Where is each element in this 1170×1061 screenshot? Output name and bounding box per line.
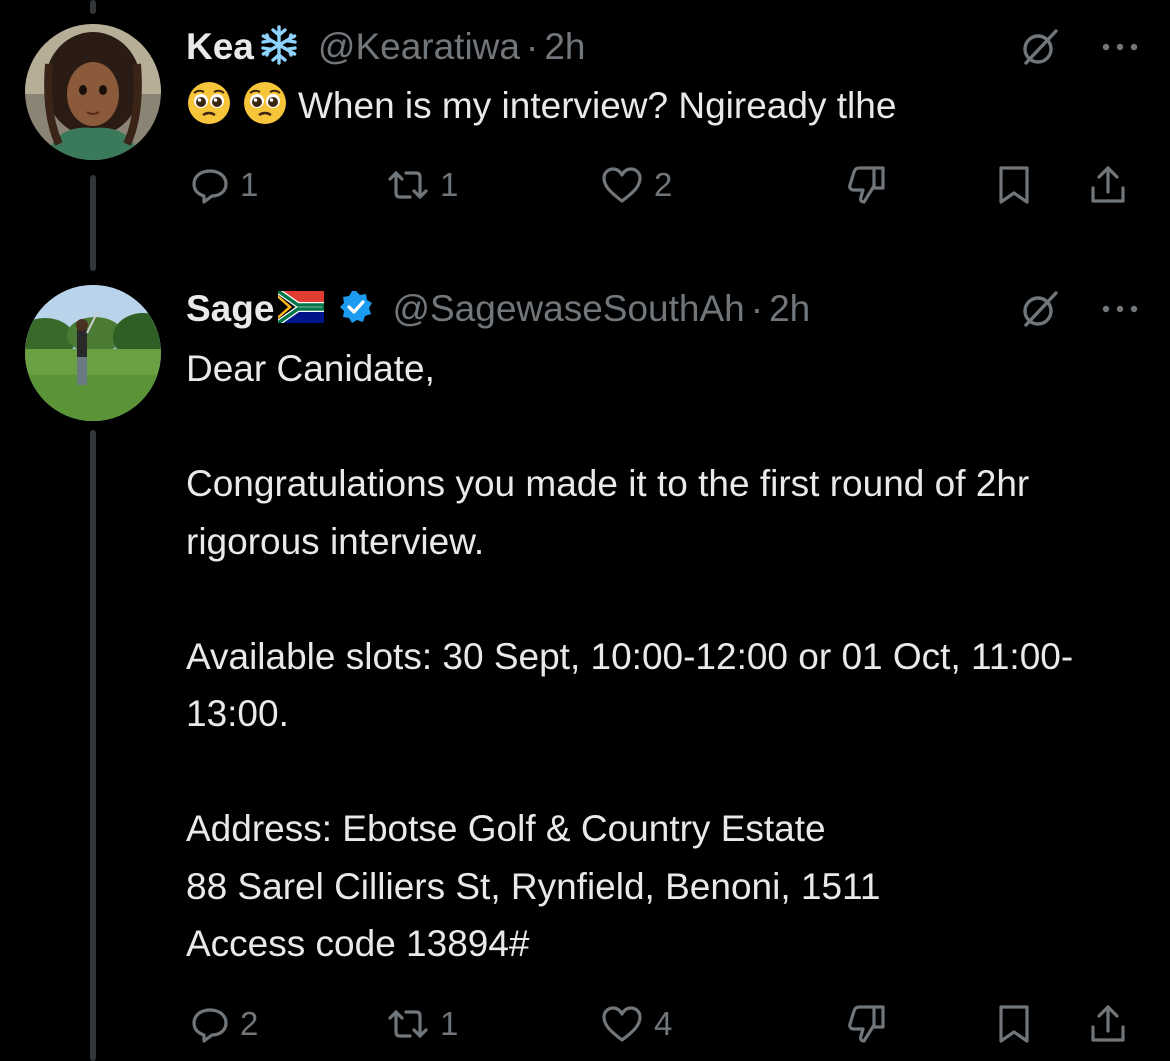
tweet-text: When is my interview? Ngiready tlhe	[186, 77, 1130, 135]
header-actions	[1020, 22, 1140, 72]
more-icon[interactable]	[1100, 304, 1140, 314]
repost-icon	[386, 165, 430, 205]
repost-button[interactable]: 1	[386, 160, 458, 210]
pleading-face-icon	[186, 80, 232, 126]
heart-icon	[600, 165, 644, 205]
handle[interactable]: @SagewaseSouthAh	[392, 288, 744, 330]
tweet[interactable]: Sage @SagewaseSouthAh · 2h Dear Canidate…	[0, 270, 1170, 1061]
snowflake-icon	[258, 24, 300, 71]
share-button[interactable]	[1088, 160, 1128, 210]
dislike-button[interactable]	[846, 160, 888, 210]
like-count: 2	[654, 166, 673, 203]
bookmark-button[interactable]	[996, 160, 1032, 210]
bookmark-icon	[996, 1003, 1032, 1045]
dislike-button[interactable]	[846, 999, 888, 1049]
thumbs-down-icon	[846, 1003, 888, 1045]
tweet-text-content: When is my interview? Ngiready tlhe	[298, 85, 897, 126]
reply-count: 1	[240, 166, 259, 203]
share-icon	[1088, 164, 1128, 206]
verified-badge-icon[interactable]	[338, 289, 374, 330]
avatar[interactable]	[25, 24, 161, 160]
handle[interactable]: @Kearatiwa	[318, 26, 520, 68]
south-africa-flag-icon	[276, 288, 328, 328]
reply-icon	[190, 165, 230, 205]
grok-icon[interactable]	[1020, 27, 1060, 67]
display-name[interactable]: Sage	[186, 288, 274, 330]
reply-button[interactable]: 2	[190, 999, 258, 1049]
tweet[interactable]: Kea @Kearatiwa · 2h When is my interview…	[0, 0, 1170, 230]
header-actions	[1020, 284, 1140, 334]
reply-icon	[190, 1004, 230, 1044]
pleading-face-icon	[242, 80, 288, 126]
more-icon[interactable]	[1100, 42, 1140, 52]
like-count: 4	[654, 1005, 673, 1042]
repost-count: 1	[440, 166, 459, 203]
thread-view: Kea @Kearatiwa · 2h When is my interview…	[0, 0, 1170, 1061]
like-button[interactable]: 2	[600, 160, 672, 210]
repost-count: 1	[440, 1005, 459, 1042]
bookmark-button[interactable]	[996, 999, 1032, 1049]
share-button[interactable]	[1088, 999, 1128, 1049]
tweet-text: Dear Canidate, Congratulations you made …	[186, 348, 1074, 964]
display-name[interactable]: Kea	[186, 26, 254, 68]
like-button[interactable]: 4	[600, 999, 672, 1049]
repost-button[interactable]: 1	[386, 999, 458, 1049]
grok-icon[interactable]	[1020, 289, 1060, 329]
avatar-image	[25, 285, 161, 421]
tweet-header: Kea @Kearatiwa · 2h	[186, 22, 1140, 72]
thumbs-down-icon	[846, 164, 888, 206]
share-icon	[1088, 1003, 1128, 1045]
timestamp[interactable]: 2h	[544, 26, 585, 68]
heart-icon	[600, 1004, 644, 1044]
bookmark-icon	[996, 164, 1032, 206]
action-bar: 1 1 2	[186, 160, 1140, 210]
tweet-header: Sage @SagewaseSouthAh · 2h	[186, 284, 1140, 334]
reply-count: 2	[240, 1005, 259, 1042]
reply-button[interactable]: 1	[190, 160, 258, 210]
avatar-image	[25, 24, 161, 160]
separator-dot: ·	[750, 288, 764, 329]
timestamp[interactable]: 2h	[769, 288, 810, 330]
separator-dot: ·	[525, 26, 539, 67]
avatar[interactable]	[25, 285, 161, 421]
action-bar: 2 1 4	[186, 999, 1140, 1049]
repost-icon	[386, 1004, 430, 1044]
